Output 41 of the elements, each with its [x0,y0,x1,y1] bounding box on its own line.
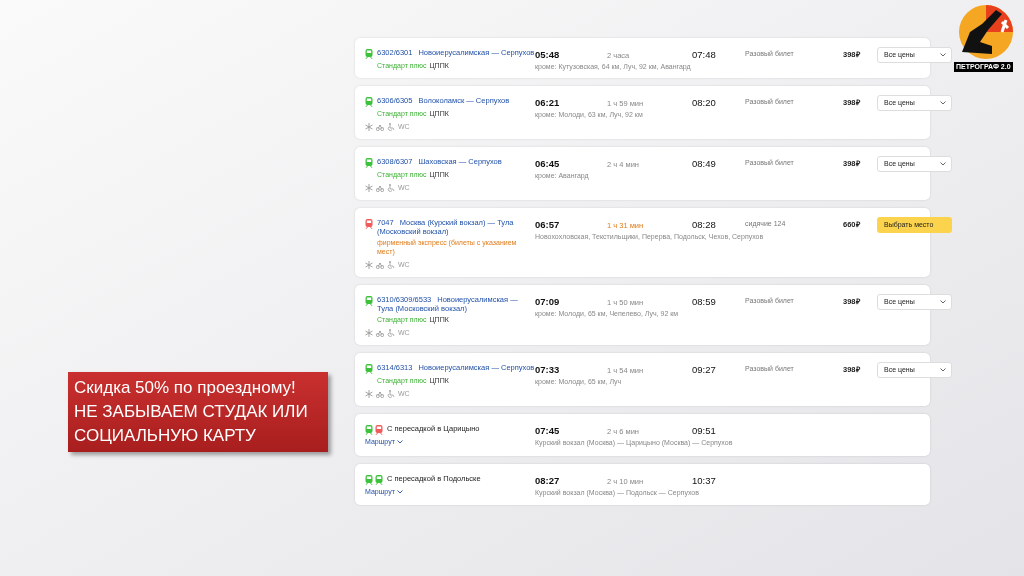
arrival-time: 10:37 [692,473,716,488]
chevron-down-icon [940,53,946,57]
departure-time: 06:57 [535,218,561,232]
bicycle-icon [376,329,384,337]
departure-time: 07:09 [535,295,561,309]
arrival-time: 08:20 [692,96,716,110]
arrival-time: 07:48 [692,48,716,62]
arrival-time: 08:59 [692,295,716,309]
bicycle-icon [376,123,384,131]
chevron-down-icon [396,489,403,494]
departure-time: 07:33 [535,363,561,377]
departure-time: 08:27 [535,473,561,488]
arrival-time: 08:28 [692,218,716,232]
chevron-down-icon [940,300,946,304]
departure-time: 06:45 [535,157,561,171]
snowflake-icon [365,329,373,337]
chevron-down-icon [396,440,403,445]
arrival-time: 09:27 [692,363,716,377]
arrival-time: 09:51 [692,424,716,438]
chevron-down-icon [940,368,946,372]
bicycle-icon [376,390,384,398]
callout-text: НЕ ЗАБЫВАЕМ СТУДАК ИЛИ [74,401,309,423]
wheelchair-icon [387,261,395,269]
chevron-down-icon [940,101,946,105]
departure-time: 07:45 [535,424,561,438]
callout-text: Скидка 50% по проездному! [74,377,297,399]
snowflake-icon [365,123,373,131]
bicycle-icon [376,184,384,192]
wheelchair-icon [387,390,395,398]
wheelchair-icon [387,123,395,131]
departure-time: 05:48 [535,48,561,62]
departure-time: 06:21 [535,96,561,110]
snowflake-icon [365,261,373,269]
wheelchair-icon [387,329,395,337]
snowflake-icon [365,390,373,398]
arrival-time: 08:49 [692,157,716,171]
snowflake-icon [365,184,373,192]
wheelchair-icon [387,184,395,192]
callout-text: СОЦИАЛЬНУЮ КАРТУ [74,425,257,447]
chevron-down-icon [940,162,946,166]
bicycle-icon [376,261,384,269]
